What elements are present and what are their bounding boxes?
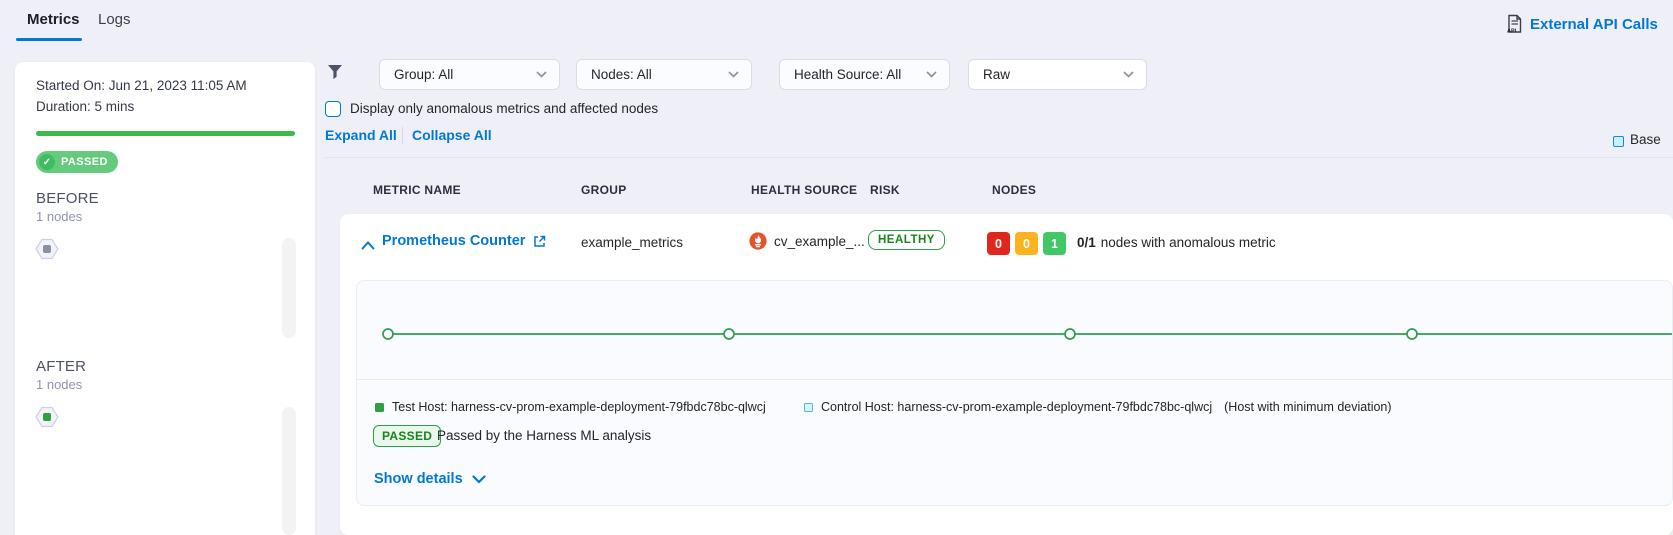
nodes-filter-value: Nodes: All [591, 67, 652, 82]
anomalous-only-label: Display only anomalous metrics and affec… [350, 101, 658, 116]
metric-name-link[interactable]: Prometheus Counter [382, 233, 546, 249]
health-source-cell: cv_example_... [749, 232, 865, 250]
col-header-group: GROUP [581, 183, 627, 197]
metric-detail-panel: Test Host: harness-cv-prom-example-deplo… [356, 280, 1673, 506]
baseline-legend-square [1613, 136, 1624, 147]
group-filter-dropdown[interactable]: Group: All [379, 59, 560, 90]
col-header-risk: RISK [870, 183, 900, 197]
baseline-legend-label: Base [1630, 132, 1661, 147]
before-node-count: 1 nodes [36, 209, 82, 224]
before-node-status-square [43, 245, 51, 253]
nodes-ratio: 0/1 [1077, 235, 1096, 250]
col-header-health-source: HEALTH SOURCE [751, 183, 857, 197]
metric-group-cell: example_metrics [581, 235, 683, 250]
verdict-text: Passed by the Harness ML analysis [437, 428, 651, 443]
data-mode-value: Raw [983, 67, 1010, 82]
links-separator [402, 127, 403, 144]
metric-chart[interactable] [357, 281, 1673, 378]
check-circle-icon: ✓ [39, 154, 55, 170]
show-details-label: Show details [374, 471, 463, 487]
tab-metrics[interactable]: Metrics [27, 11, 80, 28]
progress-bar [36, 131, 295, 136]
verification-metrics-page: Metrics Logs API External API Calls Star… [0, 0, 1673, 535]
chevron-down-icon [472, 475, 486, 484]
after-node-status-square [43, 413, 51, 421]
node-count-orange-badge: 0 [1015, 232, 1038, 255]
external-link-icon [533, 235, 546, 248]
collapse-all-link[interactable]: Collapse All [412, 127, 492, 143]
status-badge-label: PASSED [61, 156, 108, 168]
metric-name-label: Prometheus Counter [382, 233, 525, 249]
after-node-list-scrollbar[interactable] [282, 407, 296, 535]
after-node-count: 1 nodes [36, 377, 82, 392]
external-api-calls-link[interactable]: API External API Calls [1506, 14, 1658, 34]
data-mode-dropdown[interactable]: Raw [968, 59, 1147, 90]
control-host-note: (Host with minimum deviation) [1224, 400, 1391, 414]
health-source-name: cv_example_... [774, 234, 865, 249]
node-count-green-badge: 1 [1043, 232, 1066, 255]
active-tab-underline [16, 38, 82, 41]
col-header-metric-name: METRIC NAME [373, 183, 461, 197]
before-node-hexagon[interactable] [34, 236, 60, 262]
before-label: BEFORE [36, 190, 99, 207]
node-count-red-badge: 0 [987, 232, 1010, 255]
duration-text: Duration: 5 mins [36, 99, 134, 114]
test-host-legend-square [375, 403, 384, 412]
legend-test-host: Test Host: harness-cv-prom-example-deplo… [375, 400, 766, 414]
prometheus-icon [749, 232, 767, 250]
chevron-down-icon [1123, 71, 1134, 78]
health-source-filter-dropdown[interactable]: Health Source: All [779, 59, 950, 90]
chevron-down-icon [536, 71, 547, 78]
filter-funnel-icon [327, 64, 343, 85]
health-source-filter-value: Health Source: All [794, 67, 901, 82]
header-divider [325, 157, 1673, 158]
control-host-label: Control Host: harness-cv-prom-example-de… [821, 400, 1212, 414]
metric-row: Prometheus Counter example_metrics cv_ex… [340, 214, 1673, 535]
external-api-calls-label: External API Calls [1530, 16, 1658, 33]
anomalous-only-checkbox[interactable] [325, 101, 341, 117]
collapse-row-chevron-icon[interactable] [361, 237, 375, 255]
nodes-summary: 0/1 nodes with anomalous metric [1077, 235, 1276, 250]
tab-logs[interactable]: Logs [98, 11, 131, 28]
api-document-icon: API [1506, 14, 1523, 34]
legend-control-host: Control Host: harness-cv-prom-example-de… [804, 400, 1392, 414]
chevron-down-icon [728, 71, 739, 78]
expand-all-link[interactable]: Expand All [325, 127, 397, 143]
after-node-hexagon[interactable] [34, 404, 60, 430]
nodes-caption: nodes with anomalous metric [1101, 235, 1276, 250]
group-filter-value: Group: All [394, 67, 453, 82]
status-badge: ✓ PASSED [36, 151, 118, 173]
after-label: AFTER [36, 358, 86, 375]
svg-text:API: API [1507, 29, 1517, 35]
chevron-down-icon [926, 71, 937, 78]
control-host-legend-square [804, 403, 813, 412]
test-host-label: Test Host: harness-cv-prom-example-deplo… [392, 400, 766, 414]
show-details-link[interactable]: Show details [374, 471, 486, 487]
chart-divider [357, 379, 1672, 380]
risk-badge: HEALTHY [868, 230, 945, 250]
verdict-badge: PASSED [373, 425, 441, 447]
nodes-filter-dropdown[interactable]: Nodes: All [576, 59, 752, 90]
col-header-nodes: NODES [992, 183, 1036, 197]
before-node-list-scrollbar[interactable] [282, 238, 296, 338]
verification-summary-panel: Started On: Jun 21, 2023 11:05 AM Durati… [15, 62, 315, 535]
started-on-text: Started On: Jun 21, 2023 11:05 AM [36, 78, 247, 93]
